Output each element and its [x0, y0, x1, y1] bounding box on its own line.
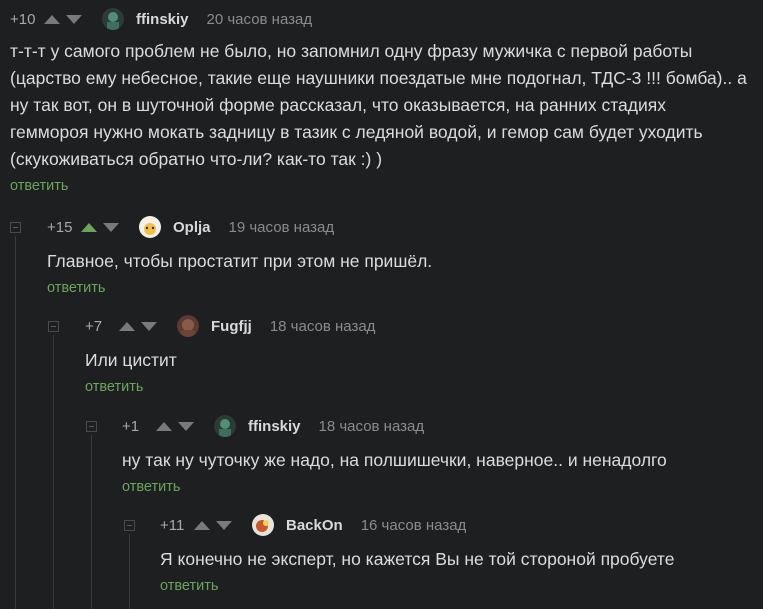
reply-link[interactable]: ответить: [160, 578, 763, 594]
comment-header: +7 Fugfjj 18 часов назад: [85, 315, 763, 337]
comment-header: +11 BackOn 16 часов назад: [160, 514, 763, 536]
downvote-arrow-icon[interactable]: [141, 321, 157, 331]
comment: +7 Fugfjj 18 часов назад Или цистит отве…: [85, 315, 763, 395]
reply-link[interactable]: ответить: [10, 178, 763, 194]
author-name[interactable]: ffinskiy: [248, 418, 301, 435]
collapse-toggle[interactable]: [48, 321, 59, 332]
comment-score: +1: [122, 417, 140, 435]
comment-header: +10 ffinskiy 20 часов назад: [10, 8, 763, 30]
downvote-arrow-icon[interactable]: [178, 421, 194, 431]
comment-text: Главное, чтобы простатит при этом не при…: [47, 251, 433, 271]
comment-text: ну так ну чуточку же надо, на полшишечки…: [122, 450, 667, 470]
comment-header: +15 Oplja 19 часов назад: [47, 216, 763, 238]
comment: +11 BackOn 16 часов назад Я конечно не э…: [160, 514, 763, 594]
comment: +10 ffinskiy 20 часов назад т-т-т у само…: [10, 8, 763, 194]
thread-line: [53, 335, 54, 609]
author-name[interactable]: Oplja: [173, 219, 211, 236]
thread-line: [15, 236, 16, 609]
comment-score: +10: [10, 10, 36, 28]
comment-score: +7: [85, 317, 103, 335]
comment-time[interactable]: 19 часов назад: [229, 219, 335, 236]
comment-time[interactable]: 20 часов назад: [207, 11, 313, 28]
reply-link[interactable]: ответить: [122, 479, 763, 495]
reply-link[interactable]: ответить: [47, 280, 763, 296]
comment-text: Я конечно не эксперт, но кажется Вы не т…: [160, 549, 675, 569]
comment-time[interactable]: 16 часов назад: [361, 517, 467, 534]
downvote-arrow-icon[interactable]: [66, 14, 82, 24]
collapse-toggle[interactable]: [86, 421, 97, 432]
comment-text: т-т-т у самого проблем не было, но запом…: [10, 41, 747, 169]
comment-time[interactable]: 18 часов назад: [270, 318, 376, 335]
avatar[interactable]: [177, 315, 199, 337]
upvote-arrow-icon[interactable]: [119, 321, 135, 331]
comment: +15 Oplja 19 часов назад Главное, чтобы …: [47, 216, 763, 296]
collapse-toggle[interactable]: [10, 222, 21, 233]
avatar[interactable]: [214, 415, 236, 437]
author-name[interactable]: ffinskiy: [136, 11, 189, 28]
downvote-arrow-icon[interactable]: [103, 222, 119, 232]
thread-line: [91, 435, 92, 609]
collapse-toggle[interactable]: [124, 520, 135, 531]
upvote-arrow-icon[interactable]: [156, 421, 172, 431]
author-name[interactable]: Fugfjj: [211, 318, 252, 335]
comment-score: +15: [47, 218, 73, 236]
comment: +1 ffinskiy 18 часов назад ну так ну чут…: [122, 415, 763, 495]
author-name[interactable]: BackOn: [286, 517, 343, 534]
comment-score: +11: [160, 516, 185, 534]
upvote-arrow-icon[interactable]: [194, 520, 210, 530]
avatar[interactable]: [139, 216, 161, 238]
comment-text: Или цистит: [85, 350, 177, 370]
reply-link[interactable]: ответить: [85, 379, 763, 395]
avatar[interactable]: [102, 8, 124, 30]
comment-header: +1 ffinskiy 18 часов назад: [122, 415, 763, 437]
comment-time[interactable]: 18 часов назад: [319, 418, 425, 435]
upvote-arrow-icon[interactable]: [44, 14, 60, 24]
thread-line: [129, 534, 130, 609]
avatar[interactable]: [252, 514, 274, 536]
upvote-arrow-icon[interactable]: [81, 222, 97, 232]
downvote-arrow-icon[interactable]: [216, 520, 232, 530]
